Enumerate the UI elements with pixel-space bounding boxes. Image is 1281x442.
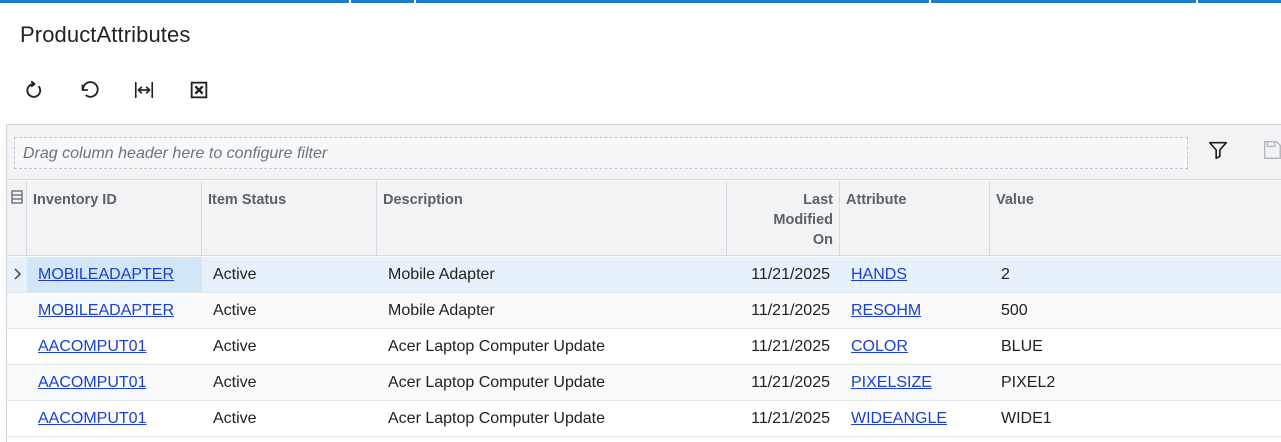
undo-icon <box>81 81 99 98</box>
chevron-right-icon <box>14 268 22 280</box>
inventory-id-link[interactable]: AACOMPUT01 <box>27 365 202 400</box>
col-header-inventory-id[interactable]: Inventory ID <box>27 181 202 256</box>
value-cell: 500 <box>1001 302 1028 319</box>
fit-columns-button[interactable] <box>124 74 164 106</box>
value-cell: 2 <box>1001 266 1010 283</box>
page-title: ProductAttributes <box>20 22 191 47</box>
item-status-cell: Active <box>213 338 257 355</box>
table-row[interactable]: MOBILEADAPTER Active Mobile Adapter 11/2… <box>7 257 1281 293</box>
table-row[interactable]: AACOMPUT01 Active Acer Laptop Computer U… <box>7 401 1281 437</box>
last-modified-cell: 11/21/2025 <box>751 302 830 319</box>
col-header-item-status[interactable]: Item Status <box>202 181 377 256</box>
table-row[interactable]: MOBILEADAPTER Active Mobile Adapter 11/2… <box>7 293 1281 329</box>
grid-header: Inventory ID Item Status Description Las… <box>7 181 1281 256</box>
filter-bar: Drag column header here to configure fil… <box>7 125 1281 180</box>
refresh-button[interactable] <box>14 74 54 106</box>
attribute-link[interactable]: HANDS <box>840 257 990 292</box>
last-modified-cell: 11/21/2025 <box>751 266 830 283</box>
attribute-link[interactable]: RESOHM <box>840 293 990 328</box>
row-selector-header[interactable] <box>7 181 27 256</box>
col-header-attribute[interactable]: Attribute <box>840 181 990 256</box>
value-cell: WIDE1 <box>1001 410 1052 427</box>
refresh-icon <box>26 80 42 98</box>
description-cell: Acer Laptop Computer Update <box>388 338 606 355</box>
attribute-link[interactable]: COLOR <box>840 329 990 364</box>
item-status-cell: Active <box>213 266 257 283</box>
table-row[interactable]: AACOMPUT01 Active Acer Laptop Computer U… <box>7 365 1281 401</box>
inventory-id-link[interactable]: MOBILEADAPTER <box>27 257 202 292</box>
inventory-id-link[interactable]: MOBILEADAPTER <box>27 293 202 328</box>
undo-button[interactable] <box>69 74 109 106</box>
col-header-description[interactable]: Description <box>377 181 727 256</box>
columns-config-icon <box>10 190 23 204</box>
description-cell: Acer Laptop Computer Update <box>388 410 606 427</box>
item-status-cell: Active <box>213 302 257 319</box>
filter-drop-zone[interactable]: Drag column header here to configure fil… <box>14 137 1188 169</box>
col-header-last-modified[interactable]: Last Modified On <box>727 181 840 256</box>
description-cell: Acer Laptop Computer Update <box>388 374 606 391</box>
product-attributes-grid: Drag column header here to configure fil… <box>6 124 1281 442</box>
top-accent-bar <box>0 0 1281 3</box>
value-cell: BLUE <box>1001 338 1043 355</box>
description-cell: Mobile Adapter <box>388 302 495 319</box>
last-modified-cell: 11/21/2025 <box>751 338 830 355</box>
toolbar <box>14 74 234 106</box>
last-modified-cell: 11/21/2025 <box>751 374 830 391</box>
excel-icon <box>190 81 208 99</box>
inventory-id-link[interactable]: AACOMPUT01 <box>27 329 202 364</box>
export-excel-button[interactable] <box>179 74 219 106</box>
item-status-cell: Active <box>213 410 257 427</box>
attribute-link[interactable]: PIXELSIZE <box>840 365 990 400</box>
description-cell: Mobile Adapter <box>388 266 495 283</box>
filter-icon[interactable] <box>1207 139 1229 161</box>
fit-width-icon <box>134 81 154 99</box>
attribute-link[interactable]: WIDEANGLE <box>840 401 990 436</box>
item-status-cell: Active <box>213 374 257 391</box>
value-cell: PIXEL2 <box>1001 374 1056 391</box>
table-row[interactable]: AACOMPUT01 Active Acer Laptop Computer U… <box>7 329 1281 365</box>
inventory-id-link[interactable]: AACOMPUT01 <box>27 401 202 436</box>
save-icon[interactable] <box>1262 139 1281 161</box>
last-modified-cell: 11/21/2025 <box>751 410 830 427</box>
col-header-value[interactable]: Value <box>990 181 1281 256</box>
